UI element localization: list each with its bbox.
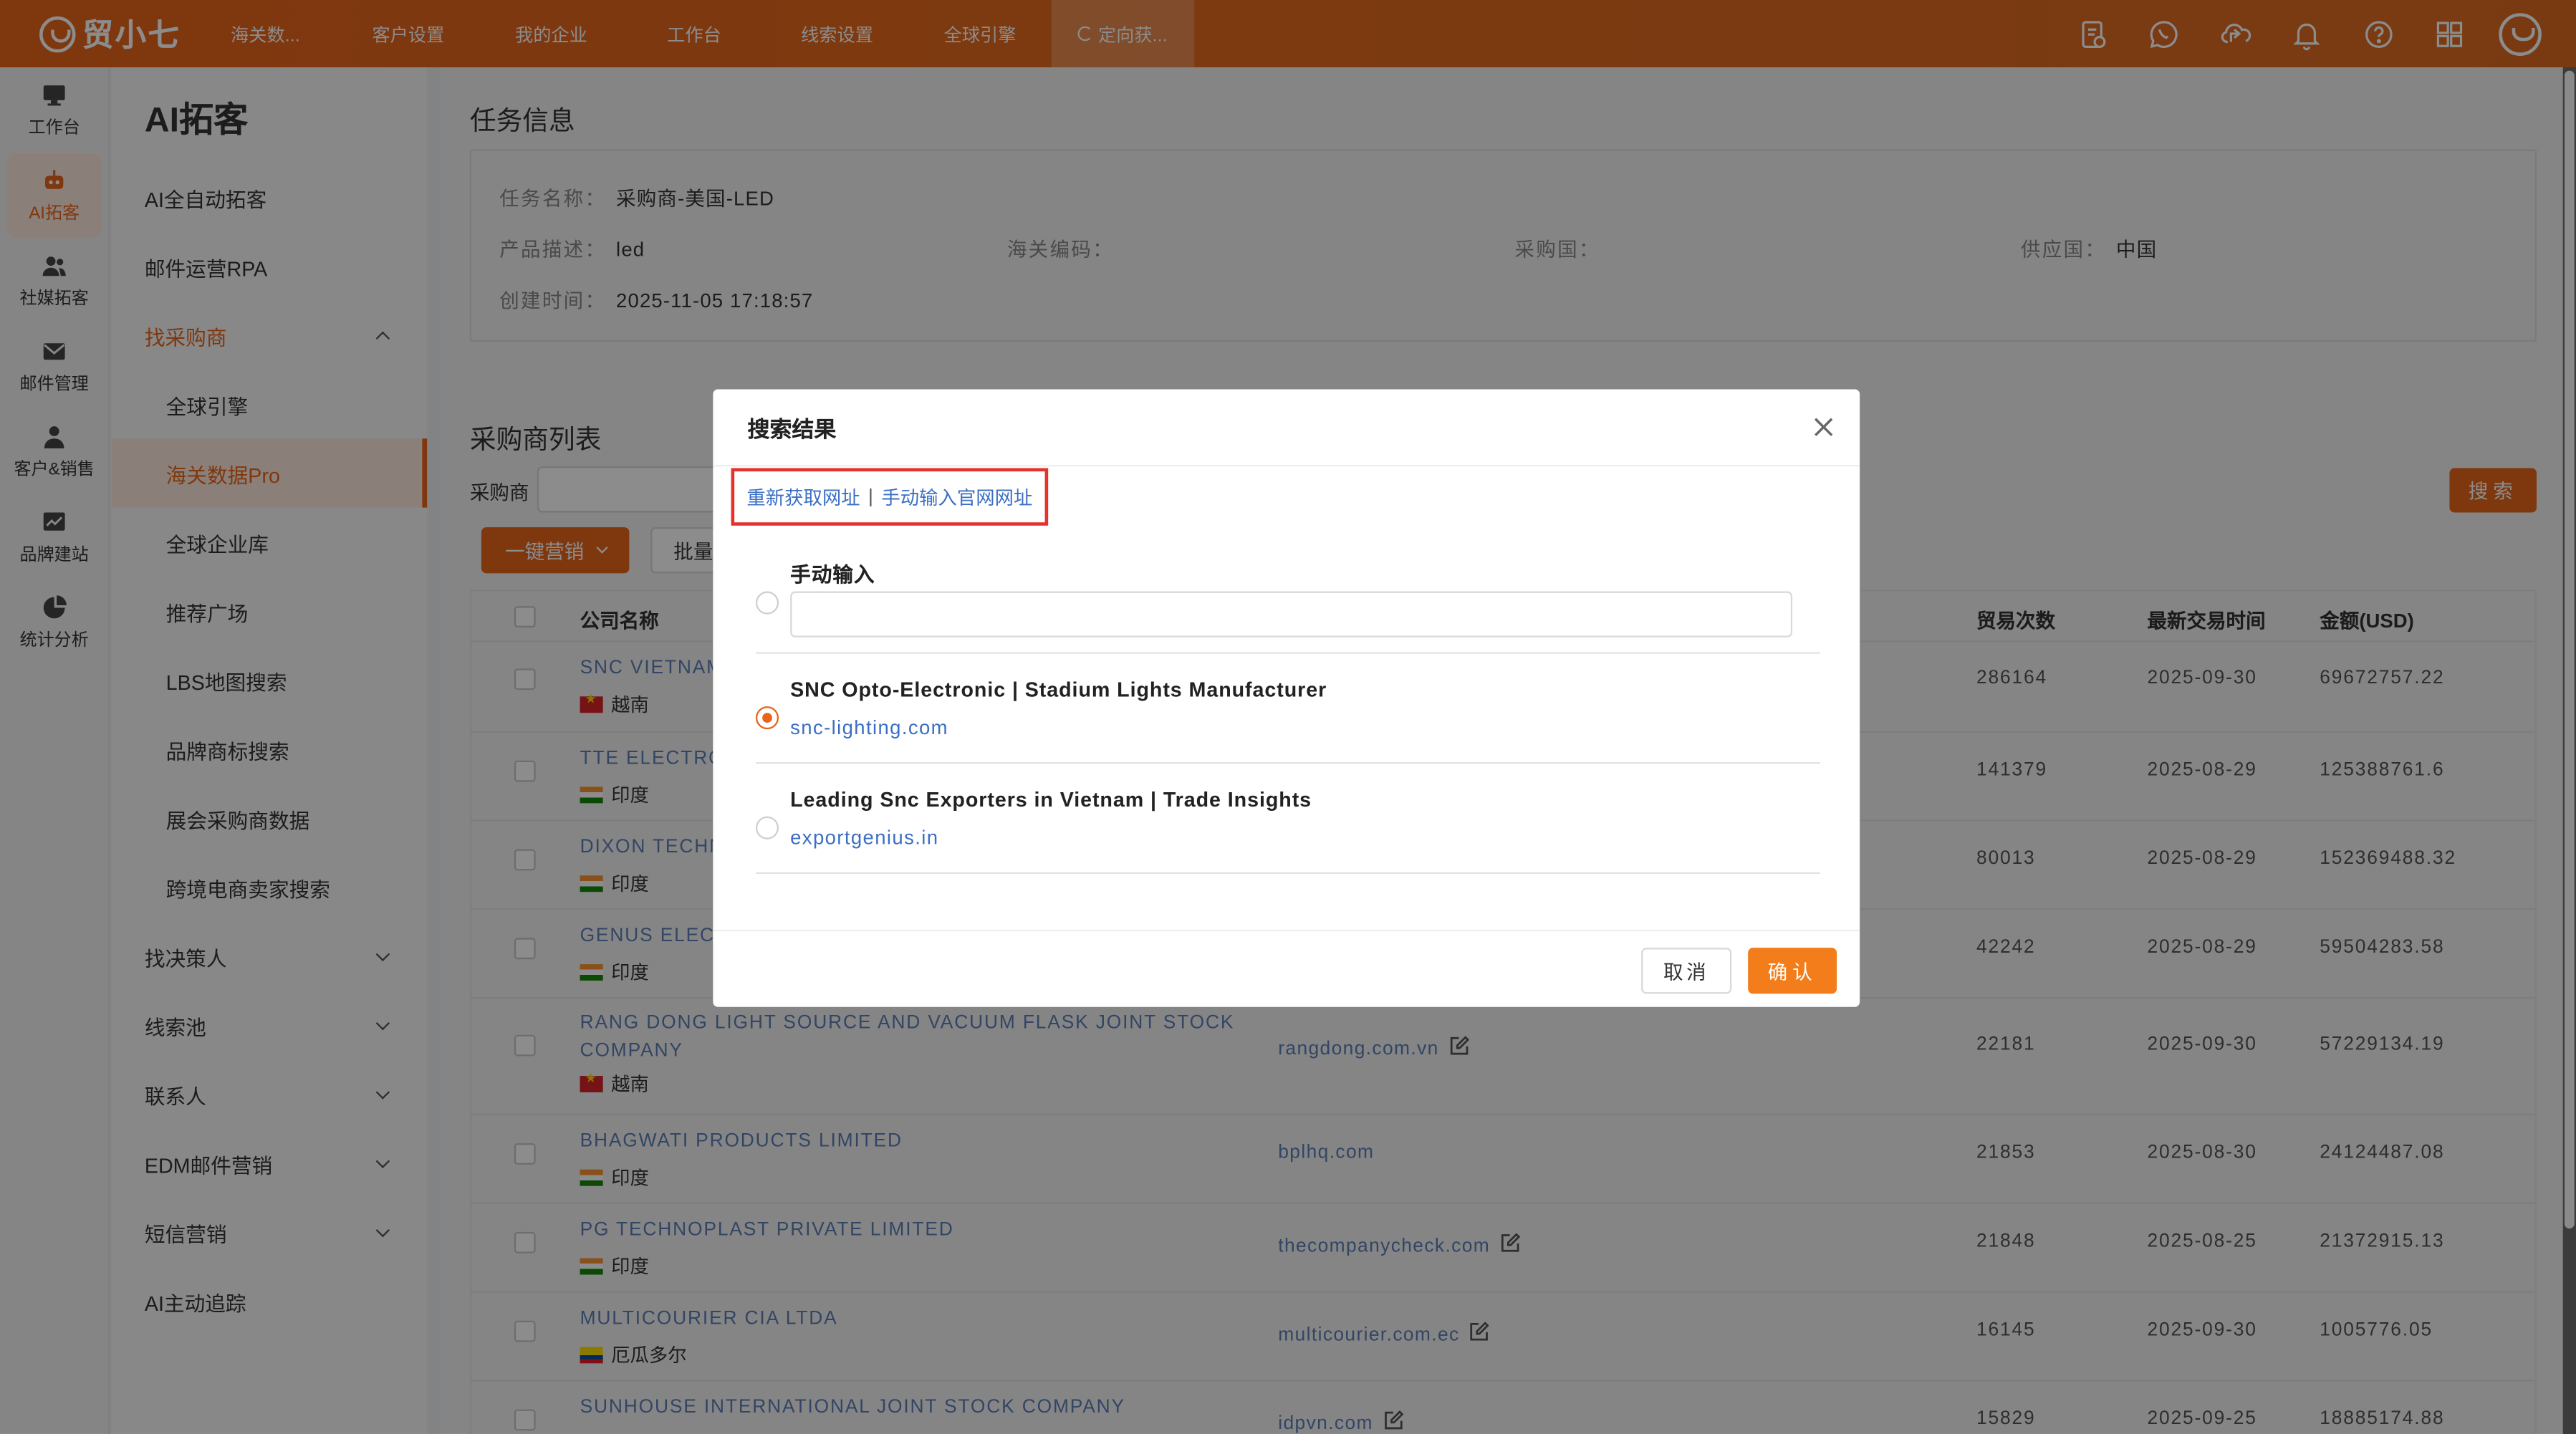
result-2-title: Leading Snc Exporters in Vietnam | Trade… [790,788,1312,812]
manual-url-input[interactable] [790,591,1793,637]
page-scrollbar[interactable] [2562,67,2576,1434]
search-result-dialog: 搜索结果 重新获取网址 | 手动输入官网网址 手动输入 SNC Opto-Ele… [713,389,1860,1007]
link-separator: | [868,486,873,507]
manual-input-label: 手动输入 [790,563,875,587]
option-manual-input[interactable]: 手动输入 [755,547,1821,654]
confirm-button[interactable]: 确认 [1748,948,1837,994]
close-icon[interactable] [1810,414,1837,441]
refetch-url-link[interactable]: 重新获取网址 [746,483,860,510]
result-1-title: SNC Opto-Electronic | Stadium Lights Man… [790,678,1327,702]
radio-result-2[interactable] [755,816,779,839]
option-result-2[interactable]: Leading Snc Exporters in Vietnam | Trade… [755,764,1821,874]
cancel-button[interactable]: 取消 [1641,948,1732,994]
scrollbar-thumb[interactable] [2564,70,2575,1229]
dialog-title: 搜索结果 [713,389,1860,467]
result-1-url[interactable]: snc-lighting.com [790,716,948,739]
radio-result-1[interactable] [755,706,779,730]
option-result-1[interactable]: SNC Opto-Electronic | Stadium Lights Man… [755,654,1821,764]
result-2-url[interactable]: exportgenius.in [790,826,938,849]
highlighted-link-group: 重新获取网址 | 手动输入官网网址 [731,468,1049,526]
radio-manual[interactable] [755,591,779,615]
manual-input-url-link[interactable]: 手动输入官网网址 [881,483,1032,510]
